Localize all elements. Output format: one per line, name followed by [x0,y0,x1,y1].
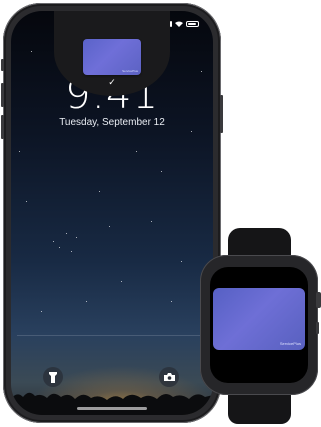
flashlight-icon [49,371,57,383]
digital-crown[interactable] [316,292,321,308]
home-indicator[interactable] [77,407,147,410]
phone-mute-switch [1,59,4,71]
phone-device: 9:41 Tuesday, September 12 ServicePlus ✓ [1,3,223,423]
flashlight-button[interactable] [43,367,63,387]
watch-side-button[interactable] [316,322,319,334]
watch-payment-card[interactable]: ServicePlus [213,288,305,350]
wifi-icon [175,21,183,27]
phone-volume-up-button [1,83,4,107]
payment-card[interactable]: ServicePlus [83,39,141,75]
horizon-divider [17,335,207,336]
apple-pay-confirmation: ServicePlus ✓ [54,11,170,96]
card-brand-logo: ServicePlus [122,69,138,73]
phone-volume-down-button [1,115,4,139]
lock-screen-date: Tuesday, September 12 [59,117,165,128]
camera-button[interactable] [159,367,179,387]
watch-device: ServicePlus [200,255,318,395]
camera-icon [163,373,175,381]
watch-card-brand-logo: ServicePlus [279,341,301,346]
battery-icon [186,21,199,27]
checkmark-icon: ✓ [108,77,116,87]
watch-screen: ServicePlus [210,267,308,383]
phone-side-button [220,95,223,133]
lock-screen: 9:41 Tuesday, September 12 ServicePlus ✓ [11,11,213,415]
